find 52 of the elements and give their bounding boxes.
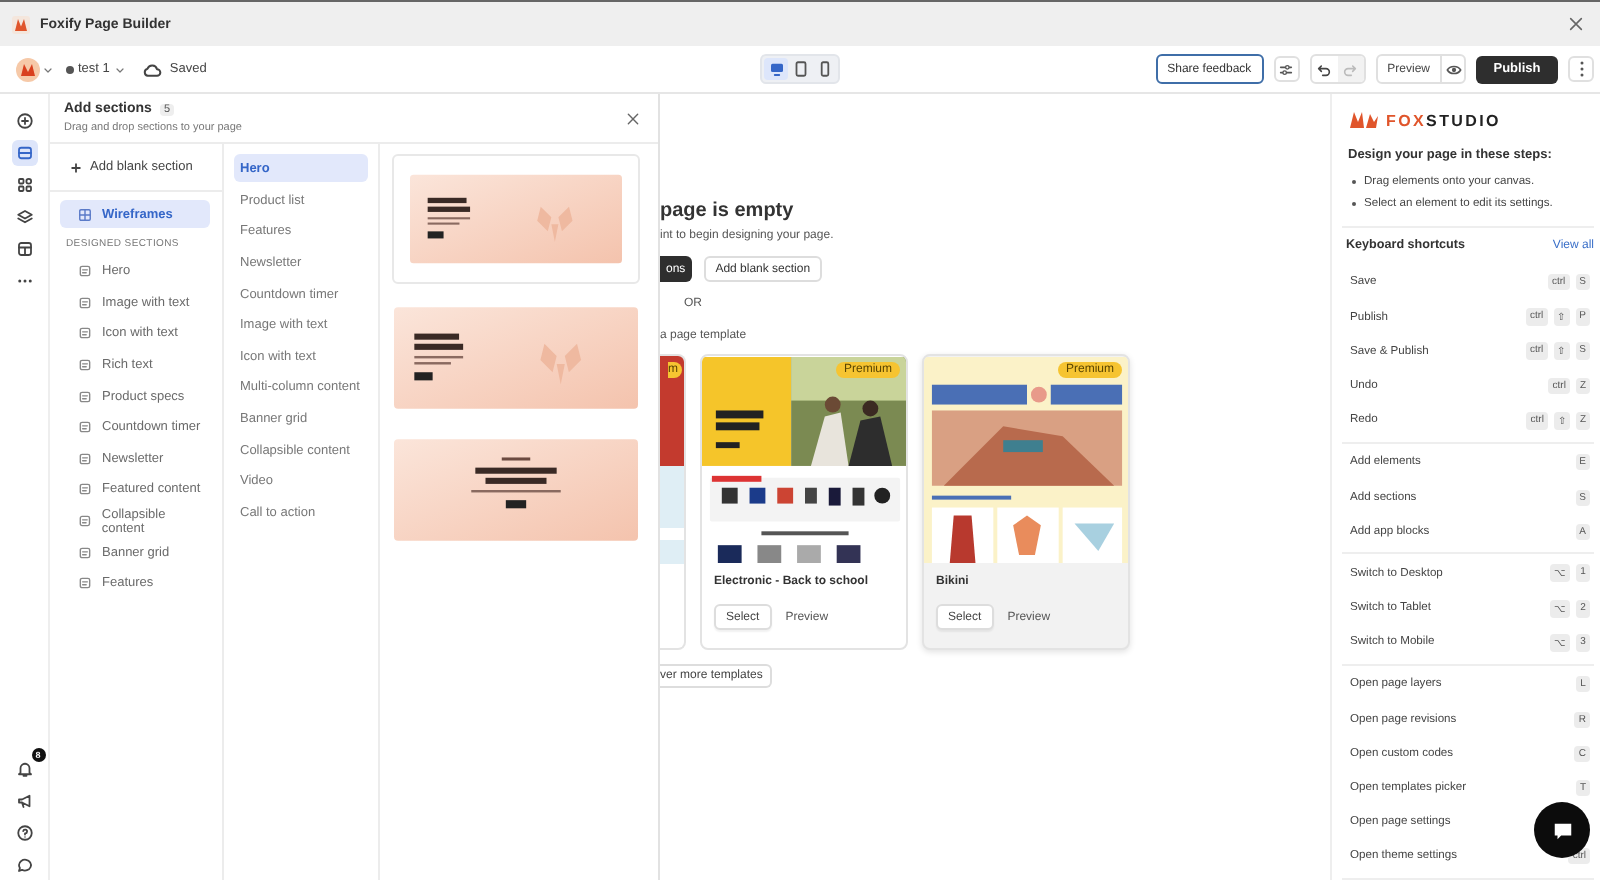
add-button[interactable]: [11, 108, 37, 134]
desktop-view-button[interactable]: [764, 58, 789, 80]
undo-icon: [1316, 61, 1333, 77]
section-icon: [78, 420, 92, 435]
mobile-icon: [815, 60, 834, 78]
section-icon: [78, 264, 92, 279]
sliders-icon: [1278, 61, 1295, 77]
visibility-button[interactable]: [1440, 56, 1464, 82]
close-icon[interactable]: [1568, 16, 1584, 32]
section-icon: [78, 545, 92, 560]
close-icon[interactable]: [626, 111, 640, 125]
layers-icon: [15, 208, 33, 226]
caret-icon: [113, 63, 126, 75]
section-icon: [78, 576, 92, 591]
section-thumbnail[interactable]: [394, 436, 638, 544]
add-icon: [15, 112, 33, 130]
redo-icon: [1342, 61, 1359, 77]
section-thumbnail[interactable]: [394, 304, 638, 412]
megaphone-icon: [15, 792, 33, 810]
eye-icon: [1445, 61, 1461, 77]
app-logo-icon: [12, 15, 30, 33]
brand-name: FOXSTUDIO: [1386, 111, 1501, 129]
section-icon: [78, 389, 92, 404]
section-icon: [78, 326, 92, 341]
section-icon: [78, 514, 92, 529]
chat-icon: [1551, 819, 1573, 841]
grid-icon: [78, 207, 92, 221]
section-icon: [78, 451, 92, 466]
store-menu[interactable]: [16, 57, 54, 81]
bell-icon: [15, 760, 33, 778]
settings-button[interactable]: [1273, 56, 1300, 82]
more-icon: [1575, 60, 1587, 78]
fox-logo-icon: [1348, 110, 1380, 130]
store-logo-icon: [16, 57, 40, 81]
layout-icon: [15, 240, 33, 258]
caret-icon: [42, 63, 54, 75]
cloud-icon: [141, 59, 162, 79]
chat-icon: [15, 856, 33, 874]
sections-icon: [15, 144, 33, 162]
section-icon: [78, 295, 92, 310]
empty-page-heading: page is empty: [660, 200, 794, 222]
section-thumbnail[interactable]: [410, 172, 622, 266]
tablet-icon: [791, 60, 810, 78]
section-icon: [78, 358, 92, 373]
apps-icon: [15, 176, 33, 194]
status-dot-icon: [66, 65, 74, 73]
help-button[interactable]: [11, 820, 37, 846]
desktop-icon: [767, 60, 786, 78]
help-icon: [15, 824, 33, 842]
section-icon: [78, 482, 92, 497]
sections-button[interactable]: [11, 140, 37, 166]
plus-icon: [70, 161, 82, 173]
